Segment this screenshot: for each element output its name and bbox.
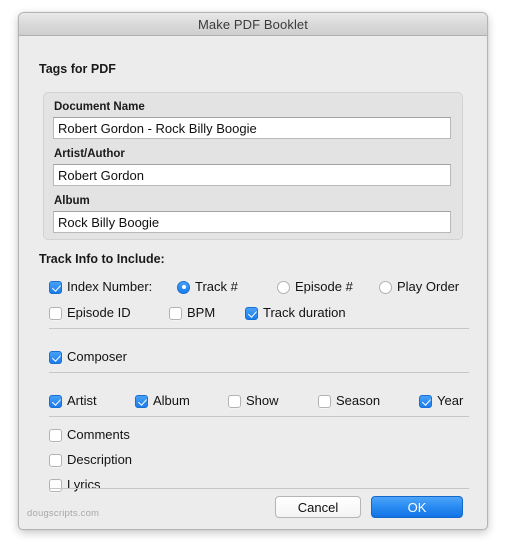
show-label: Show bbox=[246, 393, 279, 408]
year-label: Year bbox=[437, 393, 464, 408]
track-info-section-header: Track Info to Include: bbox=[39, 252, 165, 266]
checkbox-checked-icon[interactable] bbox=[49, 350, 62, 364]
checkbox-album[interactable]: Album bbox=[135, 392, 190, 410]
comments-label: Comments bbox=[67, 427, 130, 442]
media-row: Artist Album Show Season Year bbox=[19, 392, 487, 410]
lyrics-row: Lyrics bbox=[19, 476, 487, 494]
lyrics-label: Lyrics bbox=[67, 477, 101, 492]
composer-row: Composer bbox=[19, 348, 487, 366]
album-input[interactable] bbox=[53, 211, 451, 233]
checkbox-year[interactable]: Year bbox=[419, 392, 463, 410]
checkbox-empty-icon[interactable] bbox=[49, 428, 62, 442]
checkbox-season[interactable]: Season bbox=[318, 392, 380, 410]
description-row: Description bbox=[19, 451, 487, 469]
index-number-row: Index Number: Track # Episode # Play Order bbox=[19, 278, 487, 296]
radio-empty-icon[interactable] bbox=[277, 280, 290, 294]
artist-author-label: Artist/Author bbox=[54, 148, 125, 160]
checkbox-artist[interactable]: Artist bbox=[49, 392, 97, 410]
separator-2 bbox=[49, 372, 469, 373]
description-label: Description bbox=[67, 452, 133, 467]
album-label: Album bbox=[153, 393, 190, 408]
episode-number-label: Episode # bbox=[295, 279, 353, 294]
composer-label: Composer bbox=[67, 349, 127, 364]
checkbox-composer[interactable]: Composer bbox=[49, 348, 127, 366]
separator-3 bbox=[49, 416, 469, 417]
checkbox-checked-icon[interactable] bbox=[49, 394, 62, 408]
track-number-label: Track # bbox=[195, 279, 238, 294]
season-label: Season bbox=[336, 393, 381, 408]
cancel-button[interactable]: Cancel bbox=[275, 496, 361, 518]
checkbox-episode-id[interactable]: Episode ID bbox=[49, 304, 131, 322]
checkbox-empty-icon[interactable] bbox=[49, 478, 62, 492]
dialog-content: Tags for PDF Document Name Artist/Author… bbox=[19, 36, 487, 529]
radio-episode-number[interactable]: Episode # bbox=[277, 278, 353, 296]
track-duration-label: Track duration bbox=[263, 305, 346, 320]
checkbox-checked-icon[interactable] bbox=[135, 394, 148, 408]
artist-label: Artist bbox=[67, 393, 97, 408]
checkbox-track-duration[interactable]: Track duration bbox=[245, 304, 346, 322]
album-label: Album bbox=[54, 195, 90, 207]
artist-author-input[interactable] bbox=[53, 164, 451, 186]
checkbox-lyrics[interactable]: Lyrics bbox=[49, 476, 100, 494]
radio-play-order[interactable]: Play Order bbox=[379, 278, 459, 296]
checkbox-index-number[interactable]: Index Number: bbox=[49, 278, 152, 296]
radio-empty-icon[interactable] bbox=[379, 280, 392, 294]
checkbox-show[interactable]: Show bbox=[228, 392, 279, 410]
checkbox-comments[interactable]: Comments bbox=[49, 426, 130, 444]
window-title: Make PDF Booklet bbox=[198, 16, 308, 32]
dialog-window: Make PDF Booklet Tags for PDF Document N… bbox=[18, 12, 488, 530]
separator-4 bbox=[49, 488, 469, 489]
tags-group-box: Document Name Artist/Author Album bbox=[43, 92, 463, 240]
checkbox-empty-icon[interactable] bbox=[49, 453, 62, 467]
episode-id-label: Episode ID bbox=[67, 305, 131, 320]
play-order-label: Play Order bbox=[397, 279, 460, 294]
separator-1 bbox=[49, 328, 469, 329]
title-bar: Make PDF Booklet bbox=[19, 13, 487, 36]
episode-row: Episode ID BPM Track duration bbox=[19, 304, 487, 322]
checkbox-checked-icon[interactable] bbox=[419, 394, 432, 408]
index-number-label: Index Number: bbox=[67, 279, 153, 294]
checkbox-empty-icon[interactable] bbox=[228, 394, 241, 408]
tags-section-header: Tags for PDF bbox=[39, 62, 116, 76]
checkbox-checked-icon[interactable] bbox=[245, 306, 258, 320]
checkbox-empty-icon[interactable] bbox=[49, 306, 62, 320]
radio-selected-icon[interactable] bbox=[177, 280, 190, 294]
checkbox-empty-icon[interactable] bbox=[169, 306, 182, 320]
bpm-label: BPM bbox=[187, 305, 216, 320]
comments-row: Comments bbox=[19, 426, 487, 444]
document-name-input[interactable] bbox=[53, 117, 451, 139]
checkbox-description[interactable]: Description bbox=[49, 451, 132, 469]
ok-button[interactable]: OK bbox=[371, 496, 463, 518]
document-name-label: Document Name bbox=[54, 101, 145, 113]
checkbox-bpm[interactable]: BPM bbox=[169, 304, 215, 322]
checkbox-checked-icon[interactable] bbox=[49, 280, 62, 294]
radio-track-number[interactable]: Track # bbox=[177, 278, 238, 296]
site-watermark: dougscripts.com bbox=[27, 508, 100, 519]
checkbox-empty-icon[interactable] bbox=[318, 394, 331, 408]
